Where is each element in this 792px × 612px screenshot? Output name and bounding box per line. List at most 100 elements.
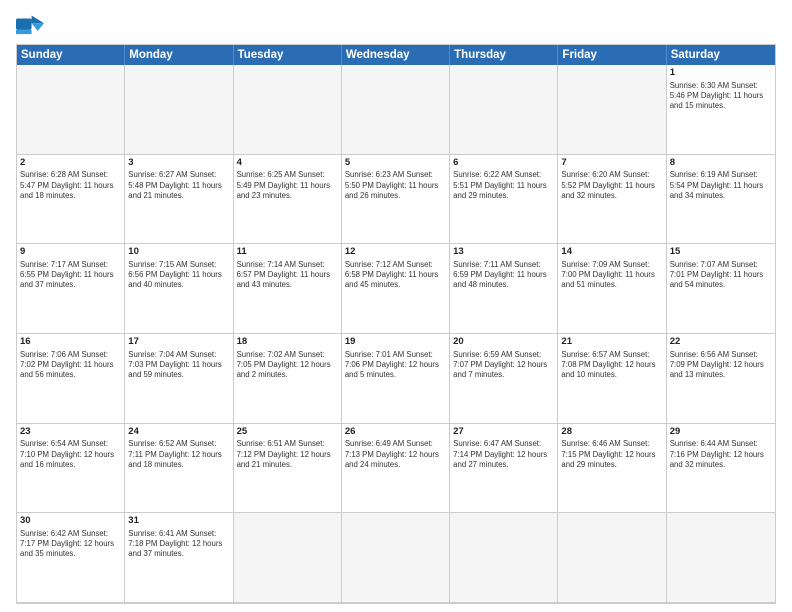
calendar-day-24: 24Sunrise: 6:52 AM Sunset: 7:11 PM Dayli… xyxy=(125,424,233,514)
day-number: 6 xyxy=(453,157,554,170)
day-number: 13 xyxy=(453,246,554,259)
day-number: 14 xyxy=(561,246,662,259)
day-number: 12 xyxy=(345,246,446,259)
day-number: 29 xyxy=(670,426,772,439)
day-number: 20 xyxy=(453,336,554,349)
day-number: 15 xyxy=(670,246,772,259)
calendar-day-30: 30Sunrise: 6:42 AM Sunset: 7:17 PM Dayli… xyxy=(17,513,125,603)
calendar-empty-cell xyxy=(450,513,558,603)
day-info: Sunrise: 6:56 AM Sunset: 7:09 PM Dayligh… xyxy=(670,350,772,380)
calendar-day-8: 8Sunrise: 6:19 AM Sunset: 5:54 PM Daylig… xyxy=(667,155,775,245)
day-info: Sunrise: 6:49 AM Sunset: 7:13 PM Dayligh… xyxy=(345,439,446,469)
calendar-day-26: 26Sunrise: 6:49 AM Sunset: 7:13 PM Dayli… xyxy=(342,424,450,514)
day-info: Sunrise: 7:15 AM Sunset: 6:56 PM Dayligh… xyxy=(128,260,229,290)
calendar-day-28: 28Sunrise: 6:46 AM Sunset: 7:15 PM Dayli… xyxy=(558,424,666,514)
day-number: 9 xyxy=(20,246,121,259)
day-number: 22 xyxy=(670,336,772,349)
day-info: Sunrise: 7:07 AM Sunset: 7:01 PM Dayligh… xyxy=(670,260,772,290)
header-day-friday: Friday xyxy=(558,45,666,65)
calendar-day-31: 31Sunrise: 6:41 AM Sunset: 7:18 PM Dayli… xyxy=(125,513,233,603)
day-info: Sunrise: 6:19 AM Sunset: 5:54 PM Dayligh… xyxy=(670,170,772,200)
calendar-day-10: 10Sunrise: 7:15 AM Sunset: 6:56 PM Dayli… xyxy=(125,244,233,334)
day-number: 23 xyxy=(20,426,121,439)
calendar-day-23: 23Sunrise: 6:54 AM Sunset: 7:10 PM Dayli… xyxy=(17,424,125,514)
calendar-day-3: 3Sunrise: 6:27 AM Sunset: 5:48 PM Daylig… xyxy=(125,155,233,245)
day-number: 3 xyxy=(128,157,229,170)
calendar-day-14: 14Sunrise: 7:09 AM Sunset: 7:00 PM Dayli… xyxy=(558,244,666,334)
calendar-empty-cell xyxy=(558,513,666,603)
calendar-day-29: 29Sunrise: 6:44 AM Sunset: 7:16 PM Dayli… xyxy=(667,424,775,514)
day-number: 1 xyxy=(670,67,772,80)
day-number: 2 xyxy=(20,157,121,170)
day-info: Sunrise: 6:54 AM Sunset: 7:10 PM Dayligh… xyxy=(20,439,121,469)
day-number: 28 xyxy=(561,426,662,439)
day-info: Sunrise: 7:02 AM Sunset: 7:05 PM Dayligh… xyxy=(237,350,338,380)
header xyxy=(16,12,776,36)
calendar-day-5: 5Sunrise: 6:23 AM Sunset: 5:50 PM Daylig… xyxy=(342,155,450,245)
calendar-day-11: 11Sunrise: 7:14 AM Sunset: 6:57 PM Dayli… xyxy=(234,244,342,334)
page: SundayMondayTuesdayWednesdayThursdayFrid… xyxy=(0,0,792,612)
calendar-empty-cell xyxy=(125,65,233,155)
calendar-day-15: 15Sunrise: 7:07 AM Sunset: 7:01 PM Dayli… xyxy=(667,244,775,334)
calendar-header: SundayMondayTuesdayWednesdayThursdayFrid… xyxy=(17,45,775,65)
day-info: Sunrise: 6:46 AM Sunset: 7:15 PM Dayligh… xyxy=(561,439,662,469)
calendar-day-19: 19Sunrise: 7:01 AM Sunset: 7:06 PM Dayli… xyxy=(342,334,450,424)
day-info: Sunrise: 6:20 AM Sunset: 5:52 PM Dayligh… xyxy=(561,170,662,200)
calendar-day-27: 27Sunrise: 6:47 AM Sunset: 7:14 PM Dayli… xyxy=(450,424,558,514)
day-number: 8 xyxy=(670,157,772,170)
day-info: Sunrise: 6:27 AM Sunset: 5:48 PM Dayligh… xyxy=(128,170,229,200)
day-info: Sunrise: 7:06 AM Sunset: 7:02 PM Dayligh… xyxy=(20,350,121,380)
header-day-wednesday: Wednesday xyxy=(342,45,450,65)
calendar-day-1: 1Sunrise: 6:30 AM Sunset: 5:46 PM Daylig… xyxy=(667,65,775,155)
day-info: Sunrise: 6:25 AM Sunset: 5:49 PM Dayligh… xyxy=(237,170,338,200)
day-number: 16 xyxy=(20,336,121,349)
day-info: Sunrise: 6:28 AM Sunset: 5:47 PM Dayligh… xyxy=(20,170,121,200)
calendar-day-20: 20Sunrise: 6:59 AM Sunset: 7:07 PM Dayli… xyxy=(450,334,558,424)
calendar-empty-cell xyxy=(450,65,558,155)
day-number: 31 xyxy=(128,515,229,528)
calendar-empty-cell xyxy=(667,513,775,603)
day-number: 21 xyxy=(561,336,662,349)
calendar-empty-cell xyxy=(558,65,666,155)
calendar-empty-cell xyxy=(234,513,342,603)
calendar: SundayMondayTuesdayWednesdayThursdayFrid… xyxy=(16,44,776,604)
header-day-sunday: Sunday xyxy=(17,45,125,65)
day-info: Sunrise: 6:30 AM Sunset: 5:46 PM Dayligh… xyxy=(670,81,772,111)
calendar-day-22: 22Sunrise: 6:56 AM Sunset: 7:09 PM Dayli… xyxy=(667,334,775,424)
day-number: 24 xyxy=(128,426,229,439)
calendar-day-13: 13Sunrise: 7:11 AM Sunset: 6:59 PM Dayli… xyxy=(450,244,558,334)
calendar-day-16: 16Sunrise: 7:06 AM Sunset: 7:02 PM Dayli… xyxy=(17,334,125,424)
day-info: Sunrise: 6:47 AM Sunset: 7:14 PM Dayligh… xyxy=(453,439,554,469)
calendar-day-18: 18Sunrise: 7:02 AM Sunset: 7:05 PM Dayli… xyxy=(234,334,342,424)
header-day-tuesday: Tuesday xyxy=(234,45,342,65)
day-number: 7 xyxy=(561,157,662,170)
day-info: Sunrise: 6:22 AM Sunset: 5:51 PM Dayligh… xyxy=(453,170,554,200)
day-number: 26 xyxy=(345,426,446,439)
calendar-day-2: 2Sunrise: 6:28 AM Sunset: 5:47 PM Daylig… xyxy=(17,155,125,245)
calendar-day-9: 9Sunrise: 7:17 AM Sunset: 6:55 PM Daylig… xyxy=(17,244,125,334)
header-day-thursday: Thursday xyxy=(450,45,558,65)
day-info: Sunrise: 6:59 AM Sunset: 7:07 PM Dayligh… xyxy=(453,350,554,380)
calendar-empty-cell xyxy=(342,513,450,603)
day-number: 4 xyxy=(237,157,338,170)
day-info: Sunrise: 6:42 AM Sunset: 7:17 PM Dayligh… xyxy=(20,529,121,559)
day-info: Sunrise: 7:04 AM Sunset: 7:03 PM Dayligh… xyxy=(128,350,229,380)
day-info: Sunrise: 7:14 AM Sunset: 6:57 PM Dayligh… xyxy=(237,260,338,290)
day-info: Sunrise: 7:17 AM Sunset: 6:55 PM Dayligh… xyxy=(20,260,121,290)
day-info: Sunrise: 7:09 AM Sunset: 7:00 PM Dayligh… xyxy=(561,260,662,290)
logo xyxy=(16,12,48,36)
calendar-day-4: 4Sunrise: 6:25 AM Sunset: 5:49 PM Daylig… xyxy=(234,155,342,245)
day-info: Sunrise: 7:11 AM Sunset: 6:59 PM Dayligh… xyxy=(453,260,554,290)
calendar-day-12: 12Sunrise: 7:12 AM Sunset: 6:58 PM Dayli… xyxy=(342,244,450,334)
day-number: 25 xyxy=(237,426,338,439)
generalblue-logo-icon xyxy=(16,12,44,36)
header-day-saturday: Saturday xyxy=(667,45,775,65)
day-info: Sunrise: 6:23 AM Sunset: 5:50 PM Dayligh… xyxy=(345,170,446,200)
day-info: Sunrise: 6:41 AM Sunset: 7:18 PM Dayligh… xyxy=(128,529,229,559)
day-number: 5 xyxy=(345,157,446,170)
calendar-empty-cell xyxy=(342,65,450,155)
day-number: 11 xyxy=(237,246,338,259)
day-info: Sunrise: 6:57 AM Sunset: 7:08 PM Dayligh… xyxy=(561,350,662,380)
header-day-monday: Monday xyxy=(125,45,233,65)
calendar-day-7: 7Sunrise: 6:20 AM Sunset: 5:52 PM Daylig… xyxy=(558,155,666,245)
